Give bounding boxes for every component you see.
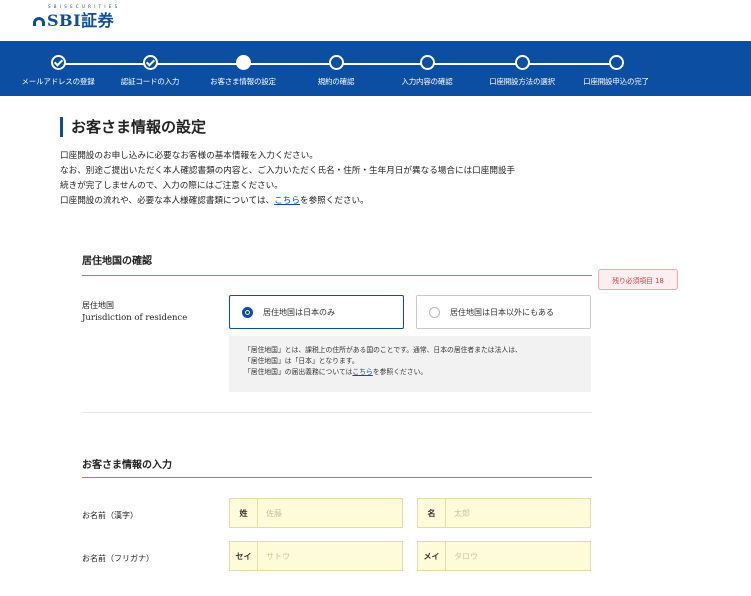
name-kanji-row: 姓 名: [229, 498, 591, 528]
residence-label: 居住地国 Jurisdiction of residence: [82, 299, 187, 325]
residence-label-ja: 居住地国: [82, 301, 114, 310]
step-label: 入力内容の確認: [401, 77, 453, 86]
radio-japan-only[interactable]: 居住地国は日本のみ: [229, 295, 404, 329]
first-name-kanji-field: 名: [417, 498, 591, 528]
radio-other-countries[interactable]: 居住地国は日本以外にもある: [416, 295, 591, 329]
intro-text: 口座開設のお申し込みに必要なお客様の基本情報を入力ください。 なお、別途ご提出い…: [60, 149, 680, 209]
note-line-3-before: 「居住地国」の届出義務については: [244, 368, 353, 376]
step-label: 規約の確認: [317, 77, 355, 86]
last-name-kanji-input[interactable]: [258, 499, 402, 527]
intro-line-3: 続きが完了しませんので、入力の際にはご注意ください。: [60, 181, 283, 191]
intro-line-2: なお、別途ご提出いただく本人確認書類の内容と、ご入力いただく氏名・住所・生年月日…: [60, 166, 516, 176]
pending-step-icon: [420, 55, 435, 70]
step-label: 口座開設方法の選択: [489, 77, 555, 86]
residence-section-title: 居住地国の確認: [82, 256, 152, 267]
first-name-kana-input[interactable]: [446, 542, 590, 570]
step-label: 口座開設申込の完了: [583, 77, 649, 86]
step-confirm: 入力内容の確認: [375, 41, 479, 96]
last-name-kana-field: セイ: [229, 541, 403, 571]
logo-text: SBI証券: [47, 11, 115, 30]
step-customer-info: お客さま情報の設定: [191, 41, 295, 96]
pending-step-icon: [515, 55, 530, 70]
name-kana-label: お名前（フリガナ）: [82, 554, 154, 563]
procedure-link[interactable]: こちら: [274, 196, 300, 206]
customer-section-rule: [82, 477, 592, 478]
pending-step-icon: [609, 55, 624, 70]
sbi-logo[interactable]: SBI証券: [33, 7, 114, 29]
radio-label: 居住地国は日本以外にもある: [450, 307, 554, 317]
section-divider: [82, 412, 592, 413]
name-kana-row: セイ メイ: [229, 541, 591, 571]
check-icon: [51, 55, 66, 70]
residence-section-rule: [82, 275, 592, 276]
intro-line-1: 口座開設のお申し込みに必要なお客様の基本情報を入力ください。: [60, 151, 318, 161]
step-complete: 口座開設申込の完了: [564, 41, 668, 96]
residence-note: 「居住地国」とは、課税上の住所がある国のことです。通常、日本の居住者または法人は…: [229, 336, 591, 392]
page-title: お客さま情報の設定: [60, 117, 206, 137]
intro-line-4-before: 口座開設の流れや、必要な本人様確認書類については、: [60, 196, 275, 206]
step-auth-code: 認証コードの入力: [98, 41, 202, 96]
note-line-3: 「居住地国」の届出義務についてはこちらを参照ください。: [244, 367, 576, 378]
pending-step-icon: [329, 55, 344, 70]
step-email-registration: メールアドレスの登録: [6, 41, 110, 96]
remaining-required-badge: 残り必須項目 18: [598, 269, 678, 290]
first-name-prefix: 名: [418, 499, 446, 527]
last-name-prefix: 姓: [230, 499, 258, 527]
first-name-kana-prefix: メイ: [418, 542, 446, 570]
step-terms: 規約の確認: [284, 41, 388, 96]
last-name-kana-input[interactable]: [258, 542, 402, 570]
check-icon: [143, 55, 158, 70]
residence-label-en: Jurisdiction of residence: [82, 313, 188, 323]
reporting-obligation-link[interactable]: こちら: [352, 368, 372, 376]
first-name-kanji-input[interactable]: [446, 499, 590, 527]
step-label: お客さま情報の設定: [210, 77, 276, 86]
first-name-kana-field: メイ: [417, 541, 591, 571]
name-kanji-label: お名前（漢字）: [82, 511, 138, 520]
intro-line-4: 口座開設の流れや、必要な本人様確認書類については、こちらを参照ください。: [60, 194, 680, 209]
logo-mark-icon: [33, 17, 45, 26]
note-line-1: 「居住地国」とは、課税上の住所がある国のことです。通常、日本の居住者または法人は…: [244, 346, 522, 354]
radio-selected-icon: [242, 306, 253, 318]
radio-unselected-icon: [429, 306, 440, 318]
radio-label: 居住地国は日本のみ: [263, 307, 335, 317]
step-label: メールアドレスの登録: [21, 77, 95, 86]
step-label: 認証コードの入力: [120, 77, 180, 86]
current-step-icon: [236, 55, 251, 70]
intro-line-4-after: を参照ください。: [299, 196, 369, 206]
step-method: 口座開設方法の選択: [470, 41, 574, 96]
last-name-kanji-field: 姓: [229, 498, 403, 528]
last-name-kana-prefix: セイ: [230, 542, 258, 570]
note-line-3-after: を参照ください。: [372, 368, 428, 376]
logo-subtext: S B I S E C U R I T I E S: [48, 4, 119, 9]
note-line-2: 「居住地国」は「日本」となります。: [244, 357, 359, 365]
customer-section-title: お客さま情報の入力: [82, 460, 172, 471]
progress-bar: メールアドレスの登録 認証コードの入力 お客さま情報の設定 規約の確認 入力内容…: [0, 41, 751, 96]
